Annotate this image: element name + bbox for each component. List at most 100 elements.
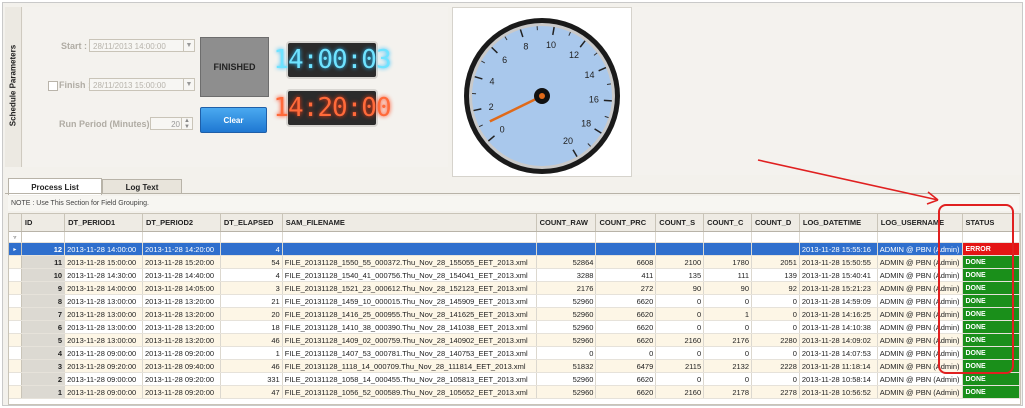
filter-cell[interactable] xyxy=(703,231,753,243)
cell-count-s[interactable]: 2160 xyxy=(655,385,705,399)
cell-count-d[interactable]: 0 xyxy=(751,346,800,360)
cell-count-c[interactable]: 0 xyxy=(703,320,753,334)
row-indicator[interactable] xyxy=(9,346,22,360)
cell-count-raw[interactable]: 52960 xyxy=(536,294,597,308)
table-row[interactable]: 1 2013-11-28 09:00:00 2013-11-28 09:20:00 4… xyxy=(9,385,1020,399)
cell-count-prc[interactable]: 6620 xyxy=(595,294,657,308)
table-row[interactable]: 4 2013-11-28 09:00:00 2013-11-28 09:20:00 1… xyxy=(9,346,1020,360)
cell-dt-period1[interactable]: 2013-11-28 09:20:00 xyxy=(64,359,143,373)
cell-sam-filename[interactable]: FILE_20131128_1416_25_000955.Thu_Nov_28_… xyxy=(282,307,537,321)
cell-count-prc[interactable]: 411 xyxy=(595,268,657,282)
cell-count-c[interactable]: 1 xyxy=(703,307,753,321)
filter-cell[interactable] xyxy=(751,231,800,243)
filter-cell[interactable] xyxy=(799,231,878,243)
cell-dt-period1[interactable]: 2013-11-28 13:00:00 xyxy=(64,294,143,308)
cell-sam-filename[interactable]: FILE_20131128_1056_52_000589.Thu_Nov_28_… xyxy=(282,385,537,399)
row-indicator[interactable] xyxy=(9,268,22,282)
cell-dt-period1[interactable]: 2013-11-28 13:00:00 xyxy=(64,320,143,334)
cell-count-raw[interactable]: 52960 xyxy=(536,385,597,399)
cell-count-raw[interactable]: 3288 xyxy=(536,268,597,282)
cell-count-s[interactable]: 90 xyxy=(655,281,705,295)
cell-count-c[interactable]: 0 xyxy=(703,294,753,308)
cell-count-c[interactable]: 2132 xyxy=(703,359,753,373)
cell-count-prc[interactable]: 272 xyxy=(595,281,657,295)
table-row[interactable]: 2 2013-11-28 09:00:00 2013-11-28 09:20:00 3… xyxy=(9,372,1020,386)
status-badge[interactable]: DONE xyxy=(962,385,1020,399)
cell-count-d[interactable]: 0 xyxy=(751,372,800,386)
cell-log-datetime[interactable]: 2013-11-28 14:09:02 xyxy=(799,333,878,347)
cell-id[interactable]: 12 xyxy=(21,242,66,256)
finish-checkbox[interactable] xyxy=(48,81,58,91)
cell-count-s[interactable]: 0 xyxy=(655,372,705,386)
table-row[interactable]: 9 2013-11-28 14:00:00 2013-11-28 14:05:00 3… xyxy=(9,281,1020,295)
cell-dt-period2[interactable]: 2013-11-28 14:20:00 xyxy=(142,242,221,256)
cell-count-s[interactable]: 135 xyxy=(655,268,705,282)
cell-count-d[interactable]: 2228 xyxy=(751,359,800,373)
cell-sam-filename[interactable]: FILE_20131128_1410_38_000390.Thu_Nov_28_… xyxy=(282,320,537,334)
cell-log-datetime[interactable]: 2013-11-28 15:55:16 xyxy=(799,242,878,256)
column-header-sam-filename[interactable]: SAM_FILENAME xyxy=(282,214,537,232)
cell-id[interactable]: 11 xyxy=(21,255,66,269)
cell-count-c[interactable]: 0 xyxy=(703,372,753,386)
cell-dt-period2[interactable]: 2013-11-28 15:20:00 xyxy=(142,255,221,269)
cell-sam-filename[interactable]: FILE_20131128_1459_10_000015.Thu_Nov_28_… xyxy=(282,294,537,308)
cell-sam-filename[interactable] xyxy=(282,242,537,256)
cell-log-datetime[interactable]: 2013-11-28 15:21:23 xyxy=(799,281,878,295)
cell-count-prc[interactable] xyxy=(595,242,657,256)
row-indicator[interactable] xyxy=(9,255,22,269)
cell-count-prc[interactable]: 6620 xyxy=(595,385,657,399)
cell-dt-elapsed[interactable]: 331 xyxy=(220,372,283,386)
cell-count-d[interactable]: 0 xyxy=(751,294,800,308)
row-indicator[interactable] xyxy=(9,320,22,334)
cell-count-prc[interactable]: 6620 xyxy=(595,333,657,347)
cell-sam-filename[interactable]: FILE_20131128_1407_53_000781.Thu_Nov_28_… xyxy=(282,346,537,360)
cell-log-datetime[interactable]: 2013-11-28 14:16:25 xyxy=(799,307,878,321)
cell-count-d[interactable] xyxy=(751,242,800,256)
row-indicator[interactable] xyxy=(9,333,22,347)
column-header-log-datetime[interactable]: LOG_DATETIME xyxy=(799,214,878,232)
cell-id[interactable]: 3 xyxy=(21,359,66,373)
cell-count-d[interactable]: 2278 xyxy=(751,385,800,399)
filter-cell[interactable] xyxy=(282,231,537,243)
cell-count-prc[interactable]: 0 xyxy=(595,346,657,360)
cell-dt-period2[interactable]: 2013-11-28 13:20:00 xyxy=(142,294,221,308)
cell-count-s[interactable]: 2115 xyxy=(655,359,705,373)
table-row[interactable]: ▸ 12 2013-11-28 14:00:00 2013-11-28 14:20:0… xyxy=(9,242,1020,256)
cell-count-raw[interactable]: 52864 xyxy=(536,255,597,269)
cell-id[interactable]: 10 xyxy=(21,268,66,282)
cell-count-prc[interactable]: 6620 xyxy=(595,307,657,321)
cell-dt-elapsed[interactable]: 20 xyxy=(220,307,283,321)
cell-count-raw[interactable]: 52960 xyxy=(536,307,597,321)
table-row[interactable]: 3 2013-11-28 09:20:00 2013-11-28 09:40:00 4… xyxy=(9,359,1020,373)
cell-log-username[interactable]: ADMIN @ PBN (Admin) xyxy=(877,372,963,386)
cell-id[interactable]: 8 xyxy=(21,294,66,308)
cell-count-raw[interactable]: 52960 xyxy=(536,372,597,386)
cell-dt-period1[interactable]: 2013-11-28 14:00:00 xyxy=(64,281,143,295)
cell-sam-filename[interactable]: FILE_20131128_1540_41_000756.Thu_Nov_28_… xyxy=(282,268,537,282)
cell-count-s[interactable]: 0 xyxy=(655,294,705,308)
cell-dt-period2[interactable]: 2013-11-28 13:20:00 xyxy=(142,333,221,347)
clear-button[interactable]: Clear xyxy=(200,107,267,133)
tab-log-text[interactable]: Log Text xyxy=(102,179,182,194)
run-period-stepper[interactable]: 20 ▲ ▼ xyxy=(150,117,193,130)
cell-sam-filename[interactable]: FILE_20131128_1409_02_000759.Thu_Nov_28_… xyxy=(282,333,537,347)
cell-dt-elapsed[interactable]: 4 xyxy=(220,268,283,282)
table-row[interactable]: 7 2013-11-28 13:00:00 2013-11-28 13:20:00 2… xyxy=(9,307,1020,321)
row-indicator[interactable] xyxy=(9,372,22,386)
cell-sam-filename[interactable]: FILE_20131128_1521_23_000612.Thu_Nov_28_… xyxy=(282,281,537,295)
cell-count-d[interactable]: 2051 xyxy=(751,255,800,269)
column-header-count-prc[interactable]: COUNT_PRC xyxy=(595,214,657,232)
filter-cell[interactable] xyxy=(21,231,66,243)
column-header-count-s[interactable]: COUNT_S xyxy=(655,214,705,232)
cell-count-s[interactable]: 0 xyxy=(655,307,705,321)
row-indicator[interactable] xyxy=(9,281,22,295)
start-datetime-picker[interactable]: 28/11/2013 14:00:00 ▼ xyxy=(89,39,195,52)
cell-dt-period1[interactable]: 2013-11-28 09:00:00 xyxy=(64,385,143,399)
filter-cell[interactable] xyxy=(142,231,221,243)
cell-count-d[interactable]: 92 xyxy=(751,281,800,295)
cell-count-s[interactable] xyxy=(655,242,705,256)
cell-dt-period1[interactable]: 2013-11-28 09:00:00 xyxy=(64,372,143,386)
cell-dt-period1[interactable]: 2013-11-28 15:00:00 xyxy=(64,255,143,269)
cell-dt-elapsed[interactable]: 3 xyxy=(220,281,283,295)
column-header-dt-elapsed[interactable]: DT_ELAPSED xyxy=(220,214,283,232)
